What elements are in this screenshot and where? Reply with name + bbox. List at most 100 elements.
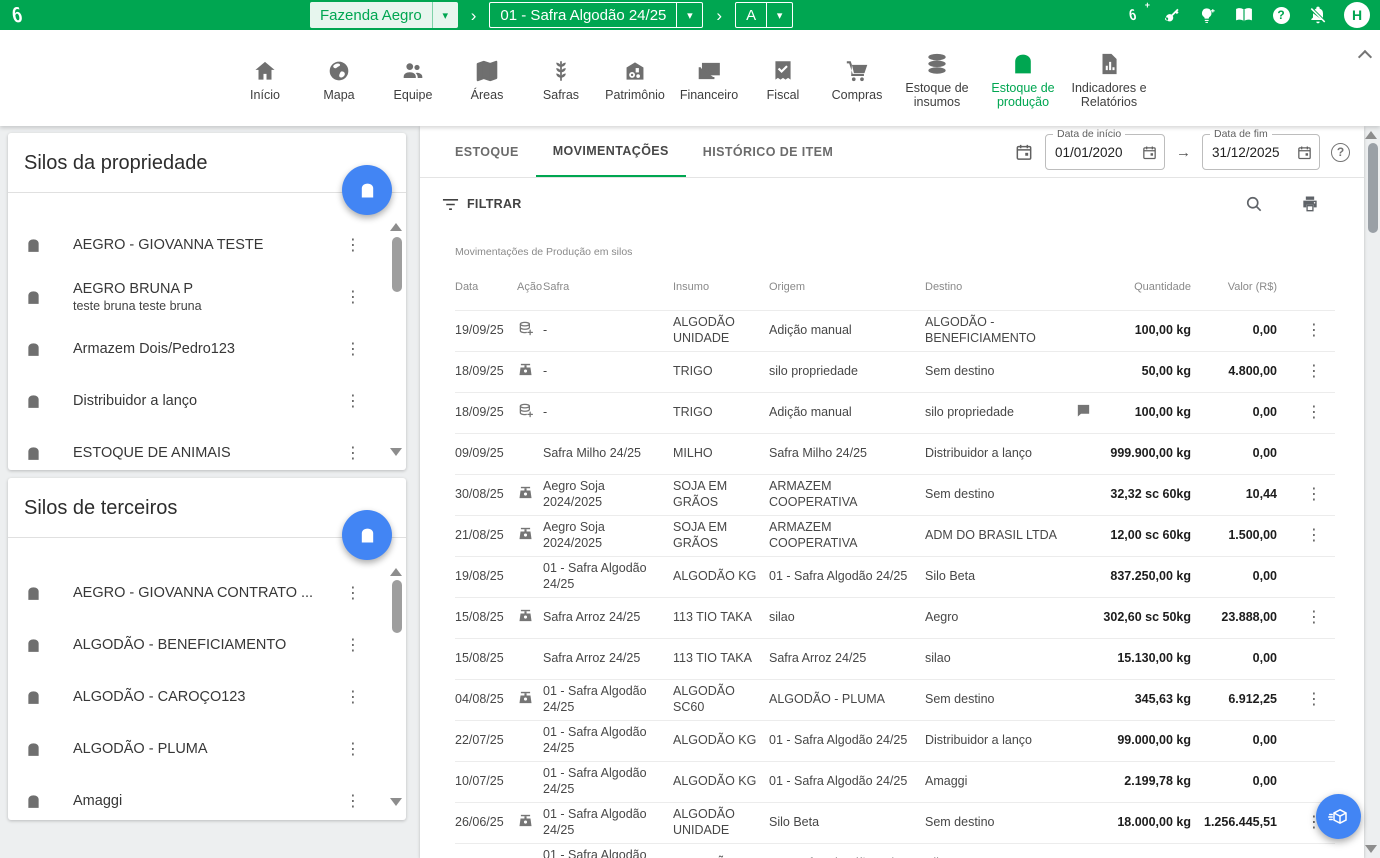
book-guide-icon[interactable] bbox=[1233, 4, 1255, 26]
table-row: 10/07/25 01 - Safra Algodão 24/25 ALGODÃ… bbox=[455, 761, 1335, 802]
nav-item-inicio[interactable]: Início bbox=[228, 54, 302, 102]
kebab-menu[interactable] bbox=[1305, 361, 1323, 383]
tab-movimentacoes[interactable]: MOVIMENTAÇÕES bbox=[536, 126, 686, 177]
unit-select[interactable]: A bbox=[735, 2, 793, 28]
notifications-off-icon[interactable] bbox=[1307, 4, 1329, 26]
kebab-menu[interactable] bbox=[1305, 484, 1323, 506]
chevron-down-icon[interactable] bbox=[432, 2, 458, 28]
filter-button[interactable]: FILTRAR bbox=[442, 197, 522, 211]
silo-list-item[interactable]: Amaggi bbox=[8, 775, 390, 816]
silo-list-item[interactable]: ALGODÃO - CAROÇO123 bbox=[8, 671, 390, 723]
nav-item-safras[interactable]: Safras bbox=[524, 54, 598, 102]
calendar-icon[interactable] bbox=[1014, 142, 1034, 162]
table-caption: Movimentações de Produção em silos bbox=[455, 246, 1364, 258]
farm-select[interactable]: Fazenda Aegro bbox=[310, 2, 458, 28]
scroll-up-icon[interactable] bbox=[1365, 131, 1377, 139]
new-aegro-item-icon[interactable]: ∂+ bbox=[1122, 4, 1144, 26]
silo-icon bbox=[1010, 47, 1036, 77]
kebab-menu[interactable] bbox=[344, 286, 362, 308]
tab-historico-de-item[interactable]: HISTÓRICO DE ITEM bbox=[686, 126, 850, 177]
kebab-menu[interactable] bbox=[344, 390, 362, 412]
lightbulb-tips-icon[interactable] bbox=[1196, 4, 1218, 26]
table-row: 30/08/25 Aegro Soja 2024/2025 SOJA EM GR… bbox=[455, 474, 1335, 515]
search-icon[interactable] bbox=[1244, 194, 1264, 214]
scroll-down-icon[interactable] bbox=[390, 448, 402, 456]
silo-list-item[interactable]: AEGRO - GIOVANNA CONTRATO ... bbox=[8, 567, 390, 619]
nav-item-estoque-producao[interactable]: Estoque de produção bbox=[980, 47, 1066, 109]
date-start-field[interactable]: Data de início 01/01/2020 bbox=[1045, 134, 1165, 170]
nav-item-areas[interactable]: Áreas bbox=[450, 54, 524, 102]
kebab-menu[interactable] bbox=[1305, 607, 1323, 629]
arrow-right-icon: → bbox=[1176, 144, 1191, 161]
action-icon-cell bbox=[517, 480, 543, 510]
action-icon-cell bbox=[517, 808, 543, 838]
silo-list-item[interactable]: ESTOQUE DE ANIMAIS bbox=[8, 427, 390, 466]
table-row: 22/07/25 01 - Safra Algodão 24/25 ALGODÃ… bbox=[455, 720, 1335, 761]
unit-select-value: A bbox=[736, 3, 766, 27]
scroll-up-icon[interactable] bbox=[390, 568, 402, 576]
add-silo-button[interactable] bbox=[342, 510, 392, 560]
help-icon[interactable] bbox=[1270, 4, 1292, 26]
nav-item-indicadores[interactable]: Indicadores e Relatórios bbox=[1066, 47, 1152, 109]
kebab-menu[interactable] bbox=[344, 686, 362, 708]
scroll-up-icon[interactable] bbox=[390, 223, 402, 231]
calendar-icon[interactable] bbox=[1141, 144, 1158, 161]
kebab-menu[interactable] bbox=[344, 790, 362, 812]
nav-item-compras[interactable]: Compras bbox=[820, 54, 894, 102]
scrollbar-thumb[interactable] bbox=[392, 237, 402, 292]
user-avatar[interactable]: H bbox=[1344, 2, 1370, 28]
nav-item-financeiro[interactable]: Financeiro bbox=[672, 54, 746, 102]
tab-estoque[interactable]: ESTOQUE bbox=[438, 126, 536, 177]
scale-icon bbox=[517, 689, 534, 706]
silo-add-icon bbox=[517, 320, 535, 338]
season-select[interactable]: 01 - Safra Algodão 24/25 bbox=[489, 2, 703, 28]
kebab-menu[interactable] bbox=[1305, 402, 1323, 424]
scroll-down-icon[interactable] bbox=[390, 798, 402, 806]
silo-list-item[interactable]: Armazem Dois/Pedro123 bbox=[8, 323, 390, 375]
scrollbar-thumb[interactable] bbox=[392, 580, 402, 633]
print-icon[interactable] bbox=[1300, 194, 1320, 214]
scale-icon bbox=[517, 607, 534, 624]
silo-icon bbox=[24, 444, 43, 463]
key-icon[interactable] bbox=[1159, 4, 1181, 26]
chevron-down-icon[interactable] bbox=[676, 3, 702, 27]
chevron-up-icon[interactable] bbox=[1358, 50, 1372, 64]
action-icon-cell bbox=[517, 357, 543, 387]
silo-list-item[interactable]: ALGODÃO - PLUMA bbox=[8, 723, 390, 775]
date-end-field[interactable]: Data de fim 31/12/2025 bbox=[1202, 134, 1320, 170]
scrollbar-thumb[interactable] bbox=[1368, 143, 1378, 233]
kebab-menu[interactable] bbox=[344, 442, 362, 464]
table-body: 19/09/25 - ALGODÃO UNIDADE Adição manual… bbox=[420, 310, 1364, 858]
table-row: 18/09/25 - TRIGO Adição manual silo prop… bbox=[455, 392, 1335, 433]
add-silo-button[interactable] bbox=[342, 165, 392, 215]
scale-icon bbox=[517, 484, 534, 501]
silo-list-item[interactable]: ALGODÃO - BENEFICIAMENTO bbox=[8, 619, 390, 671]
silo-list-item[interactable]: Distribuidor a lanço bbox=[8, 375, 390, 427]
kebab-menu[interactable] bbox=[1305, 525, 1323, 547]
filter-row: FILTRAR bbox=[420, 178, 1364, 230]
nav-item-fiscal[interactable]: Fiscal bbox=[746, 54, 820, 102]
help-icon[interactable] bbox=[1331, 143, 1350, 162]
topbar-actions: ∂+ H bbox=[1122, 0, 1370, 30]
calendar-icon[interactable] bbox=[1296, 144, 1313, 161]
kebab-menu[interactable] bbox=[1305, 320, 1323, 342]
kebab-menu[interactable] bbox=[344, 582, 362, 604]
nav-item-mapa[interactable]: Mapa bbox=[302, 54, 376, 102]
kebab-menu[interactable] bbox=[344, 338, 362, 360]
nav-item-equipe[interactable]: Equipe bbox=[376, 54, 450, 102]
kebab-menu[interactable] bbox=[344, 234, 362, 256]
table-row: 15/08/25 Safra Arroz 24/25 113 TIO TAKA … bbox=[455, 638, 1335, 679]
stock-movements-panel: ESTOQUE MOVIMENTAÇÕES HISTÓRICO DE ITEM … bbox=[420, 126, 1364, 858]
scroll-down-icon[interactable] bbox=[1365, 845, 1377, 853]
silo-list-item[interactable]: AEGRO - GIOVANNA TESTE bbox=[8, 219, 390, 271]
kebab-menu[interactable] bbox=[344, 738, 362, 760]
kebab-menu[interactable] bbox=[1305, 689, 1323, 711]
new-movement-button[interactable] bbox=[1316, 794, 1361, 839]
kebab-menu[interactable] bbox=[344, 634, 362, 656]
nav-item-estoque-insumos[interactable]: Estoque de insumos bbox=[894, 47, 980, 109]
farm-select-value: Fazenda Aegro bbox=[310, 2, 432, 28]
nav-item-patrimonio[interactable]: Patrimônio bbox=[598, 54, 672, 102]
chevron-down-icon[interactable] bbox=[766, 3, 792, 27]
action-icon-cell bbox=[517, 450, 543, 458]
silo-list-item[interactable]: AEGRO BRUNA P teste bruna teste bruna bbox=[8, 271, 390, 323]
